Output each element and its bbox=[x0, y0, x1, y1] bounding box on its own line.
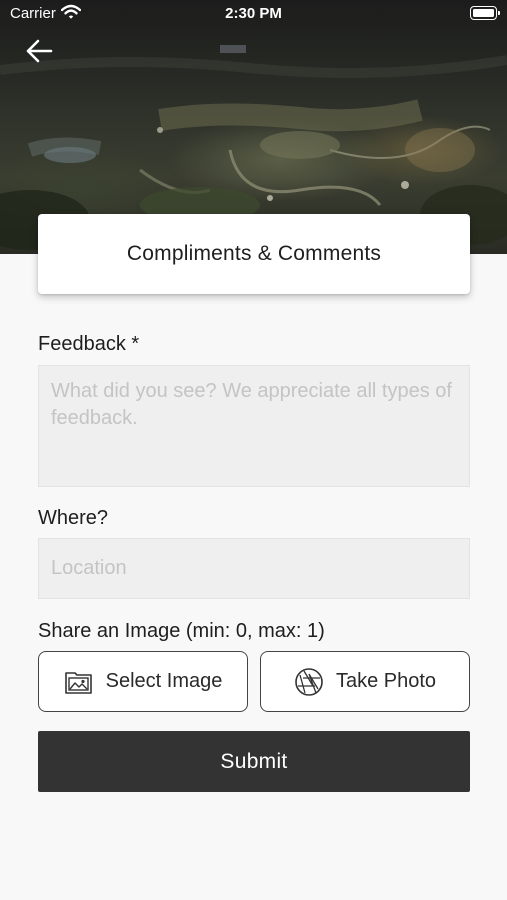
image-gallery-icon bbox=[64, 671, 92, 694]
where-label: Where? bbox=[38, 507, 109, 529]
camera-aperture-icon bbox=[295, 667, 323, 696]
feedback-field[interactable] bbox=[38, 365, 470, 487]
arrow-left-icon bbox=[26, 39, 53, 63]
back-button[interactable] bbox=[20, 34, 58, 68]
submit-button[interactable]: Submit bbox=[38, 731, 470, 792]
status-time: 2:30 PM bbox=[225, 5, 282, 22]
location-field[interactable] bbox=[38, 538, 470, 599]
status-bar: Carrier 2:30 PM bbox=[0, 0, 507, 28]
battery-icon bbox=[470, 6, 500, 20]
feedback-label: Feedback * bbox=[38, 333, 140, 355]
take-photo-button[interactable]: Take Photo bbox=[260, 651, 470, 712]
select-image-label: Select Image bbox=[105, 670, 223, 692]
page-title-card: Compliments & Comments bbox=[38, 214, 470, 294]
page-title: Compliments & Comments bbox=[126, 242, 382, 265]
select-image-button[interactable]: Select Image bbox=[38, 651, 248, 712]
share-image-label: Share an Image (min: 0, max: 1) bbox=[38, 620, 325, 642]
take-photo-label: Take Photo bbox=[335, 670, 437, 692]
submit-label: Submit bbox=[220, 749, 288, 773]
